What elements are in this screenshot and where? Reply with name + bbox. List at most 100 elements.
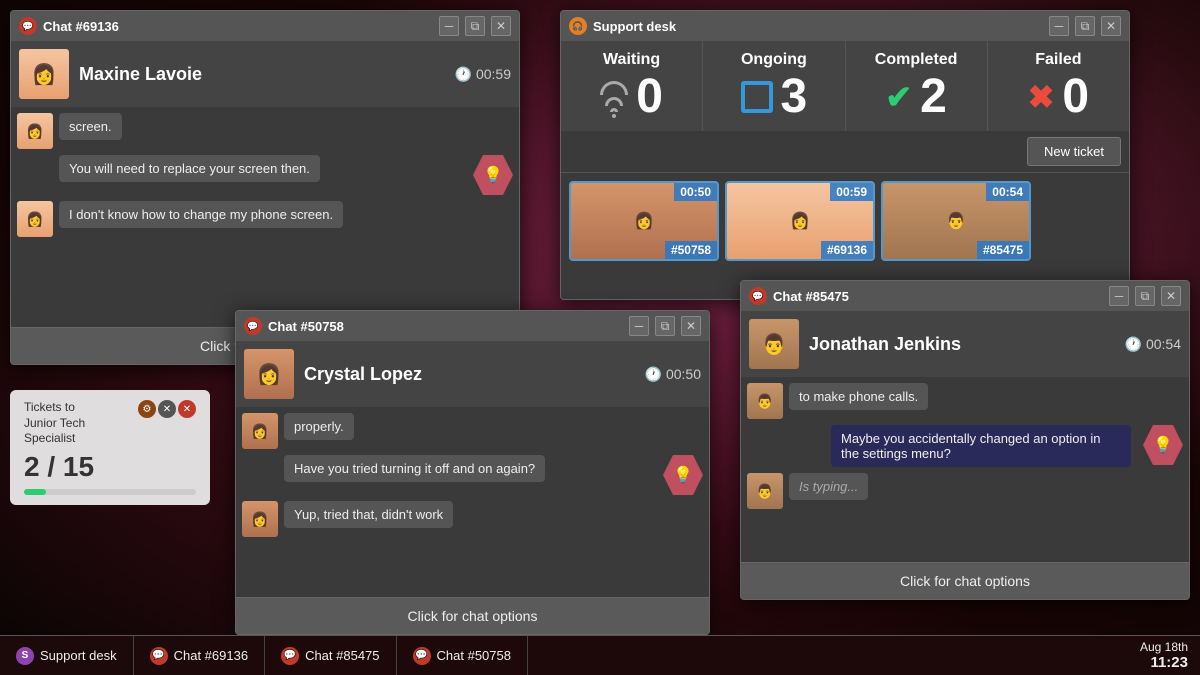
chat-icon: 💬 — [19, 17, 37, 35]
tickets-widget-title: Tickets toJunior Tech Specialist — [24, 400, 138, 447]
support-title: Support desk — [593, 19, 1043, 34]
minimize-btn[interactable]: ─ — [1049, 16, 1069, 36]
chat-body: 👩 properly. Have you tried turning it of… — [236, 407, 709, 597]
chat-icon: 💬 — [244, 317, 262, 335]
stat-waiting-count: 0 — [636, 73, 663, 121]
stat-completed-label: Completed — [875, 51, 958, 69]
chat-69136-title: Chat #69136 — [43, 19, 433, 34]
chat-85475-header: 👨 Jonathan Jenkins 🕐 00:54 — [741, 311, 1189, 377]
msg-bubble: screen. — [59, 113, 122, 140]
restore-btn[interactable]: ⧉ — [1135, 286, 1155, 306]
stat-ongoing-label: Ongoing — [741, 51, 807, 69]
hint-icon: 💡 — [1143, 425, 1183, 465]
chat-icon: 💬 — [749, 287, 767, 305]
stat-ongoing: Ongoing 3 — [703, 41, 845, 131]
ticket-id-69136: #69136 — [821, 241, 873, 259]
ticket-card-69136[interactable]: 👩 00:59 #69136 — [725, 181, 875, 261]
stat-ongoing-count: 3 — [781, 73, 808, 121]
minimize-btn[interactable]: ─ — [629, 316, 649, 336]
timer-value: 00:50 — [666, 366, 701, 382]
tickets-widget: Tickets toJunior Tech Specialist ⚙ ✕ ✕ 2… — [10, 390, 210, 505]
msg-avatar: 👨 — [747, 473, 783, 509]
msg-bubble: I don't know how to change my phone scre… — [59, 201, 343, 228]
taskbar-item-chat-50758[interactable]: 💬 Chat #50758 — [397, 636, 528, 675]
widget-close[interactable]: ✕ — [178, 400, 196, 418]
new-ticket-button[interactable]: New ticket — [1027, 137, 1121, 166]
support-icon: 🎧 — [569, 17, 587, 35]
widget-ctrl-1[interactable]: ⚙ — [138, 400, 156, 418]
msg-bubble: Have you tried turning it off and on aga… — [284, 455, 545, 482]
user-name: Maxine Lavoie — [79, 64, 445, 85]
msg-bubble: to make phone calls. — [789, 383, 928, 410]
tickets-count: 2 / 15 — [24, 451, 196, 483]
message-row: 👩 screen. — [17, 113, 513, 149]
clock-icon: 🕐 — [1125, 336, 1142, 353]
message-row: Have you tried turning it off and on aga… — [242, 455, 703, 495]
taskbar-item-support[interactable]: S Support desk — [0, 636, 134, 675]
chat-options-button[interactable]: Click for chat options — [741, 562, 1189, 599]
taskbar-item-chat-69136[interactable]: 💬 Chat #69136 — [134, 636, 265, 675]
widget-controls: ⚙ ✕ ✕ — [138, 400, 196, 418]
chat-options-button[interactable]: Click for chat options — [236, 597, 709, 634]
close-btn[interactable]: ✕ — [491, 16, 511, 36]
tickets-progress-bar — [24, 489, 196, 495]
stat-failed-row: ✖ 0 — [1028, 73, 1090, 121]
taskbar-item-chat-85475[interactable]: 💬 Chat #85475 — [265, 636, 396, 675]
minimize-btn[interactable]: ─ — [1109, 286, 1129, 306]
msg-bubble: Maybe you accidentally changed an option… — [831, 425, 1131, 467]
clock-time: 11:23 — [1140, 654, 1188, 671]
avatar: 👩 — [19, 49, 69, 99]
close-btn[interactable]: ✕ — [681, 316, 701, 336]
restore-btn[interactable]: ⧉ — [655, 316, 675, 336]
avatar: 👨 — [749, 319, 799, 369]
restore-btn[interactable]: ⧉ — [465, 16, 485, 36]
chat-50758-header: 👩 Crystal Lopez 🕐 00:50 — [236, 341, 709, 407]
stat-failed-label: Failed — [1035, 51, 1081, 69]
timer: 🕐 00:50 — [645, 366, 701, 383]
taskbar-chat-50758-icon: 💬 — [413, 647, 431, 665]
user-name: Crystal Lopez — [304, 364, 635, 385]
close-btn[interactable]: ✕ — [1161, 286, 1181, 306]
msg-bubble: You will need to replace your screen the… — [59, 155, 320, 182]
tickets-progress-fill — [24, 489, 46, 495]
avatar: 👩 — [244, 349, 294, 399]
ticket-card-50758[interactable]: 👩 00:50 #50758 — [569, 181, 719, 261]
stat-waiting: Waiting 0 — [561, 41, 703, 131]
ticket-timer-50758: 00:50 — [674, 183, 717, 201]
message-row: 👩 I don't know how to change my phone sc… — [17, 201, 513, 237]
ticket-cards: 👩 00:50 #50758 👩 00:59 #69136 👨 00:54 #8… — [561, 173, 1129, 269]
checkmark-icon: ✔ — [885, 78, 912, 116]
message-row: Maybe you accidentally changed an option… — [747, 425, 1183, 467]
hint-icon: 💡 — [473, 155, 513, 195]
stat-ongoing-row: 3 — [741, 73, 808, 121]
widget-ctrl-2[interactable]: ✕ — [158, 400, 176, 418]
msg-avatar: 👨 — [747, 383, 783, 419]
taskbar-chat-85475-icon: 💬 — [281, 647, 299, 665]
msg-bubble: Yup, tried that, didn't work — [284, 501, 453, 528]
timer-value: 00:54 — [1146, 336, 1181, 352]
stat-completed: Completed ✔ 2 — [846, 41, 988, 131]
stat-waiting-row: 0 — [600, 73, 663, 121]
user-name: Jonathan Jenkins — [809, 334, 1115, 355]
chat-85475-titlebar: 💬 Chat #85475 ─ ⧉ ✕ — [741, 281, 1189, 311]
support-desk-window: 🎧 Support desk ─ ⧉ ✕ Waiting 0 Ongoing — [560, 10, 1130, 300]
msg-avatar: 👩 — [242, 413, 278, 449]
support-stats: Waiting 0 Ongoing 3 Completed — [561, 41, 1129, 131]
minimize-btn[interactable]: ─ — [439, 16, 459, 36]
taskbar-support-label: Support desk — [40, 648, 117, 663]
chat-69136-header: 👩 Maxine Lavoie 🕐 00:59 — [11, 41, 519, 107]
msg-avatar: 👩 — [17, 113, 53, 149]
message-row: 👩 Yup, tried that, didn't work — [242, 501, 703, 537]
wifi-icon — [600, 77, 628, 118]
tickets-widget-header: Tickets toJunior Tech Specialist ⚙ ✕ ✕ — [24, 400, 196, 447]
msg-bubble: Is typing... — [789, 473, 868, 500]
msg-bubble: properly. — [284, 413, 354, 440]
clock-icon: 🕐 — [455, 66, 472, 83]
taskbar-chat-85475-label: Chat #85475 — [305, 648, 379, 663]
ticket-card-85475[interactable]: 👨 00:54 #85475 — [881, 181, 1031, 261]
restore-btn[interactable]: ⧉ — [1075, 16, 1095, 36]
timer: 🕐 00:59 — [455, 66, 511, 83]
stat-failed: Failed ✖ 0 — [988, 41, 1129, 131]
close-btn[interactable]: ✕ — [1101, 16, 1121, 36]
message-row: 👩 properly. — [242, 413, 703, 449]
